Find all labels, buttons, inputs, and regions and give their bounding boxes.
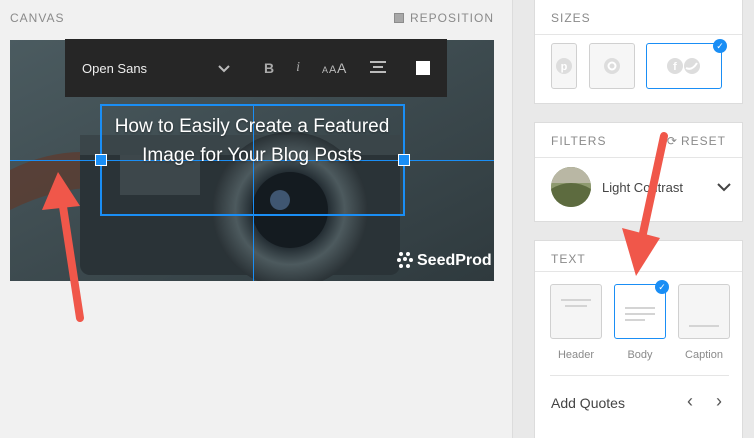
font-family-select[interactable]: Open Sans — [82, 61, 218, 76]
sizes-label: SIZES — [551, 11, 591, 25]
reposition-button[interactable]: REPOSITION — [393, 11, 494, 25]
sizes-card: SIZES p f ✓ — [534, 0, 743, 104]
svg-text:A: A — [322, 65, 328, 74]
size-pinterest[interactable]: p — [551, 43, 577, 89]
seedprod-logo: SeedProd — [396, 250, 492, 272]
text-label: TEXT — [551, 252, 586, 266]
italic-button[interactable]: i — [296, 60, 300, 76]
filter-thumbnail — [551, 167, 591, 207]
svg-text:A: A — [337, 60, 347, 74]
svg-text:A: A — [329, 64, 337, 74]
pinterest-icon: p — [556, 58, 572, 74]
text-style-body-label: Body — [627, 349, 653, 361]
text-color-swatch[interactable] — [416, 61, 430, 75]
selected-check-icon: ✓ — [655, 280, 669, 294]
text-style-header[interactable] — [550, 284, 602, 339]
brand-name: SeedProd — [417, 252, 492, 269]
align-center-icon[interactable] — [370, 60, 386, 76]
divider — [550, 375, 729, 376]
instagram-icon — [604, 58, 620, 74]
facebook-twitter-icon: f — [667, 58, 700, 74]
divider — [535, 34, 742, 35]
text-style-caption[interactable] — [678, 284, 730, 339]
reset-label: RESET — [680, 134, 726, 148]
bold-button[interactable]: B — [264, 60, 274, 76]
resize-handle-right[interactable] — [398, 154, 410, 166]
svg-text:p: p — [561, 61, 568, 73]
size-instagram[interactable] — [589, 43, 635, 89]
reposition-label: REPOSITION — [409, 11, 494, 25]
font-size-button[interactable]: A A A — [322, 60, 348, 77]
reposition-icon — [393, 13, 404, 23]
font-size-icon: A A A — [322, 60, 347, 76]
text-style-caption-label: Caption — [685, 349, 723, 361]
text-style-header-label: Header — [557, 349, 595, 361]
chevron-down-icon — [717, 182, 731, 191]
annotation-arrow-left — [42, 172, 84, 322]
filters-label: FILTERS — [551, 134, 607, 148]
chevron-down-icon[interactable] — [218, 60, 230, 76]
canvas-headline[interactable]: How to Easily Create a Featured Image fo… — [100, 112, 404, 170]
svg-text:f: f — [673, 61, 677, 73]
annotation-arrow-right — [622, 132, 668, 276]
next-button[interactable]: › — [716, 391, 722, 412]
canvas-label: CANVAS — [10, 11, 65, 25]
previous-button[interactable]: ‹ — [687, 391, 693, 412]
add-quotes-label: Add Quotes — [551, 395, 625, 411]
selected-check-icon: ✓ — [713, 39, 727, 53]
text-toolbar: Open Sans B i A A A — [65, 39, 447, 97]
resize-handle-left[interactable] — [95, 154, 107, 166]
size-facebook-twitter[interactable]: f — [646, 43, 722, 89]
seedprod-logo-icon — [397, 252, 413, 268]
